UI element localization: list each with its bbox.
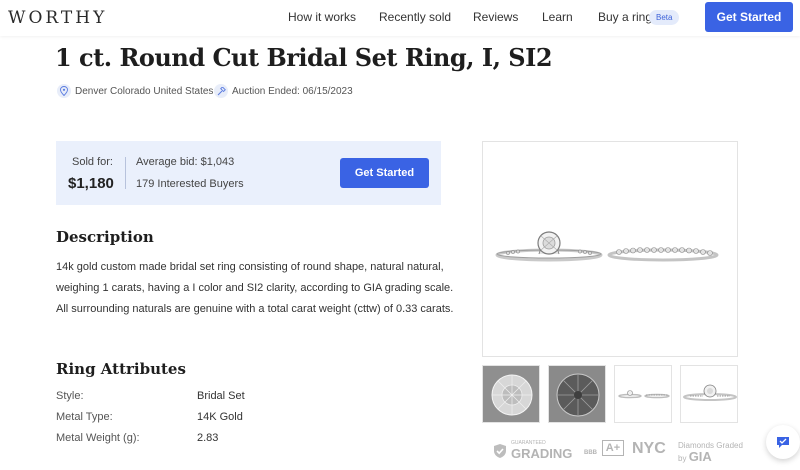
sold-for-label: Sold for: [72,156,113,168]
location-text: Denver Colorado United States [75,85,214,97]
nyc-badge: NYC [632,440,666,457]
bbb-text: BBB [584,450,597,456]
attribute-value: 14K Gold [197,411,243,423]
attribute-key: Style: [56,390,84,402]
description-heading: Description [56,228,154,246]
nav-learn[interactable]: Learn [542,10,573,24]
header-get-started-button[interactable]: Get Started [705,2,793,32]
worthy-logo[interactable]: WORTHY [8,8,107,28]
attribute-key: Metal Type: [56,411,113,423]
bbb-rating: A+ [601,440,625,456]
location-pin-icon [57,84,71,98]
ring-attributes-heading: Ring Attributes [56,360,186,378]
divider [125,157,126,189]
guaranteed-grading-badge: GUARANTEED GRADING [492,440,572,461]
thumbnail-engagement-ring[interactable] [680,365,738,423]
thumbnail-ring-set[interactable] [614,365,672,423]
beta-badge: Beta [649,10,680,25]
auction-meta: Auction Ended: 06/15/2023 [214,84,353,98]
main-ring-image[interactable] [482,141,738,357]
bbb-badge: BBB A+ [584,440,625,456]
average-bid: Average bid: $1,043 [136,156,235,168]
gia-by-text: by [678,454,687,463]
attribute-value: Bridal Set [197,390,245,402]
nav-buy-a-ring[interactable]: Buy a ring [598,10,652,24]
thumbnail-diamond-top[interactable] [482,365,540,423]
location-meta: Denver Colorado United States [57,84,213,98]
page-title: 1 ct. Round Cut Bridal Set Ring, I, SI2 [55,43,553,72]
gia-text: GIA [688,449,712,464]
gia-badge: Diamonds Graded by GIA [678,440,743,464]
thumbnail-diamond-bottom[interactable] [548,365,606,423]
auction-ended-text: Auction Ended: 06/15/2023 [232,85,353,97]
interested-buyers: 179 Interested Buyers [136,178,244,190]
sold-price: $1,180 [68,175,114,192]
attribute-value: 2.83 [197,432,219,444]
nav-reviews[interactable]: Reviews [473,10,518,24]
site-header: WORTHY How it works Recently sold Review… [0,0,800,36]
gavel-icon [214,84,228,98]
nav-recently-sold[interactable]: Recently sold [379,10,451,24]
attribute-key: Metal Weight (g): [56,432,140,444]
get-started-button[interactable]: Get Started [340,158,429,188]
chat-bubble-icon [777,437,789,448]
sold-summary-box: Sold for: $1,180 Average bid: $1,043 179… [56,141,441,205]
chat-button[interactable] [766,425,800,459]
nav-how-it-works[interactable]: How it works [288,10,356,24]
grading-text: GRADING [511,446,573,461]
description-text: 14k gold custom made bridal set ring con… [56,261,454,315]
shield-check-icon [494,443,506,458]
